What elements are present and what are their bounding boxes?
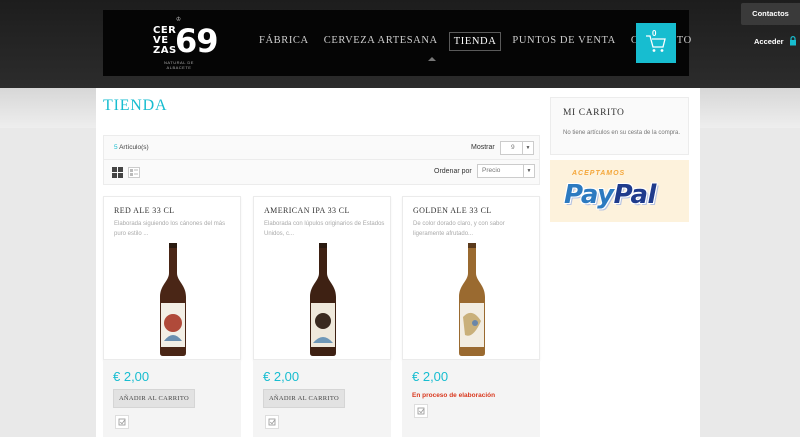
product-description: De color dorado claro, y con sabor liger… <box>413 221 505 237</box>
contactos-button[interactable]: Contactos <box>741 3 800 25</box>
acceder-link[interactable]: Acceder <box>754 37 784 46</box>
grid-view-icon[interactable] <box>112 167 123 178</box>
beer-bottle-image[interactable] <box>455 243 489 357</box>
sidebar-cart-title: MI CARRITO <box>563 108 625 118</box>
show-select[interactable]: 9 ▼ <box>500 141 534 155</box>
article-count: 5 Artículo(s) <box>114 144 149 151</box>
show-select-value: 9 <box>511 144 515 151</box>
list-view-icon[interactable] <box>128 167 140 178</box>
active-nav-caret-icon <box>428 57 436 61</box>
nav-tienda[interactable]: TIENDA <box>448 32 502 51</box>
sidebar-cart: MI CARRITO No tiene artículos en su cest… <box>550 97 689 155</box>
product-price: € 2,00 <box>113 369 150 384</box>
product-name[interactable]: AMERICAN IPA 33 CL <box>264 206 350 215</box>
beer-bottle-image[interactable] <box>156 243 190 357</box>
product-description: Elaborada con lúpulos originarios de Est… <box>264 221 385 237</box>
toolbar-row-top: 5 Artículo(s) Mostrar 9 ▼ <box>104 136 539 160</box>
product-price: € 2,00 <box>263 369 300 384</box>
logo-line-3: ZAS <box>153 45 177 56</box>
sidebar-cart-empty-text: No tiene artículos en su cesta de la com… <box>563 130 681 136</box>
logo-number: 69 <box>175 22 219 60</box>
show-label: Mostrar <box>471 144 495 151</box>
paypal-logo-pal: Pal <box>613 180 657 210</box>
chevron-down-icon: ▼ <box>523 165 534 177</box>
product-name[interactable]: RED ALE 33 CL <box>114 206 175 215</box>
product-price: € 2,00 <box>412 369 449 384</box>
lock-icon <box>790 36 796 46</box>
paypal-banner: ACEPTAMOS PayPal <box>550 160 689 222</box>
page-title: TIENDA <box>103 97 168 114</box>
paypal-logo: PayPal <box>564 180 656 210</box>
add-to-cart-button[interactable]: AÑADIR AL CARRITO <box>263 389 345 408</box>
add-to-cart-button[interactable]: AÑADIR AL CARRITO <box>113 389 195 408</box>
site-header: ♔ CER VE ZAS 69 NATURAL DE ALBACETE FÁBR… <box>103 10 691 76</box>
paypal-logo-pay: Pay <box>564 180 614 210</box>
beer-bottle-image[interactable] <box>306 243 340 357</box>
product-card[interactable]: AMERICAN IPA 33 CL Elaborada con lúpulos… <box>253 196 391 360</box>
product-card[interactable]: RED ALE 33 CL Elaborada siguiendo los cá… <box>103 196 241 360</box>
product-card-footer: € 2,00 AÑADIR AL CARRITO <box>253 360 391 437</box>
paypal-accept-label: ACEPTAMOS <box>572 170 626 177</box>
chevron-down-icon: ▼ <box>522 142 533 154</box>
nav-puntos-de-venta[interactable]: PUNTOS DE VENTA <box>508 32 619 51</box>
cart-button[interactable]: 0 <box>636 23 676 63</box>
article-count-label: Artículo(s) <box>119 144 149 151</box>
nav-fabrica[interactable]: FÁBRICA <box>255 32 313 51</box>
compare-checkbox-icon[interactable] <box>414 404 428 418</box>
sort-label: Ordenar por <box>434 168 472 175</box>
product-card[interactable]: GOLDEN ALE 33 CL De color dorado claro, … <box>402 196 540 360</box>
article-count-number: 5 <box>114 144 118 151</box>
sort-select[interactable]: Precio ▼ <box>477 164 535 178</box>
site-logo[interactable]: ♔ CER VE ZAS 69 NATURAL DE ALBACETE <box>153 16 219 70</box>
product-name[interactable]: GOLDEN ALE 33 CL <box>413 206 492 215</box>
product-description: Elaborada siguiendo los cánones del más … <box>114 221 226 237</box>
nav-cerveza-artesana[interactable]: CERVEZA ARTESANA <box>320 32 442 51</box>
listing-toolbar: 5 Artículo(s) Mostrar 9 ▼ Ordenar por Pr… <box>103 135 540 185</box>
logo-letters: CER VE ZAS <box>153 26 177 56</box>
product-card-footer: € 2,00 En proceso de elaboración <box>402 360 540 437</box>
sort-select-value: Precio <box>482 167 501 174</box>
cart-icon <box>646 35 666 52</box>
compare-checkbox-icon[interactable] <box>115 415 129 429</box>
compare-checkbox-icon[interactable] <box>265 415 279 429</box>
product-card-footer: € 2,00 AÑADIR AL CARRITO <box>103 360 241 437</box>
logo-subtitle: NATURAL DE ALBACETE <box>164 60 194 70</box>
availability-status: En proceso de elaboración <box>412 392 496 399</box>
